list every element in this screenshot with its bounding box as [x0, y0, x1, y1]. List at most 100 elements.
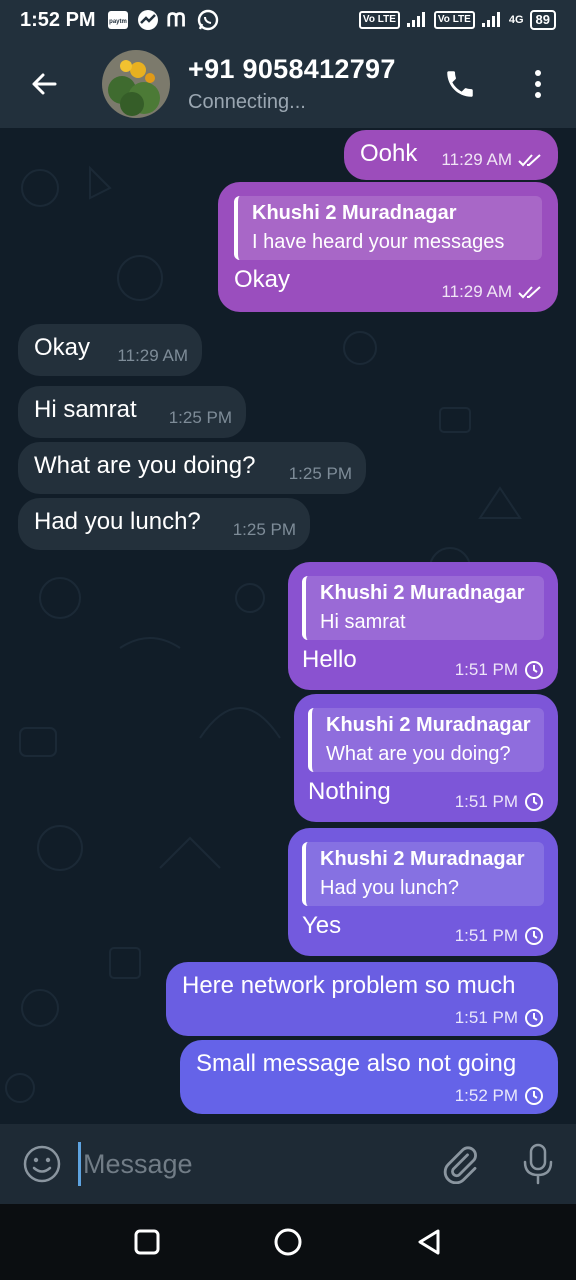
- microphone-icon: [523, 1143, 553, 1185]
- message-text: Yes: [302, 912, 342, 939]
- status-right: Vo LTE Vo LTE 4G 89: [358, 10, 556, 31]
- message-text: Hi samrat: [34, 396, 137, 423]
- volte-icon-2: Vo LTE: [433, 11, 475, 29]
- circle-icon: [274, 1228, 302, 1256]
- paytm-icon: paytm: [106, 8, 130, 32]
- message-meta: 11:29 AM: [117, 346, 188, 366]
- message-text: Nothing: [308, 778, 391, 805]
- paperclip-icon: [443, 1146, 477, 1185]
- status-time: 1:52 PM: [20, 8, 96, 31]
- message-text: Here network problem so much: [182, 972, 516, 999]
- message-bubble-incoming[interactable]: Had you lunch? 1:25 PM: [18, 498, 310, 550]
- message-bubble-incoming[interactable]: Okay 11:29 AM: [18, 324, 202, 376]
- message-bubble-outgoing[interactable]: Oohk 11:29 AM: [344, 130, 558, 180]
- volte-icon: Vo LTE: [358, 11, 400, 29]
- chat-area[interactable]: Oohk 11:29 AM Khushi 2 Muradnagar I have…: [0, 128, 576, 1124]
- reply-sender: Khushi 2 Muradnagar: [320, 582, 525, 604]
- message-bubble-outgoing[interactable]: Khushi 2 Muradnagar Hi samrat Hello 1:51…: [288, 562, 558, 690]
- reply-sender: Khushi 2 Muradnagar: [252, 202, 457, 224]
- message-meta: 1:25 PM: [169, 408, 232, 428]
- message-text: What are you doing?: [34, 452, 256, 479]
- message-text: Hello: [302, 646, 357, 673]
- clock-icon: [525, 661, 543, 679]
- message-meta: 1:51 PM: [455, 1008, 544, 1028]
- clock-icon: [525, 1009, 543, 1027]
- message-input-bar: [0, 1124, 576, 1204]
- more-vertical-icon: [535, 70, 541, 98]
- message-time: 11:29 AM: [441, 150, 512, 169]
- flower-photo-icon: [102, 50, 170, 118]
- message-time: 1:51 PM: [454, 1008, 518, 1027]
- back-nav-button[interactable]: [412, 1224, 448, 1260]
- message-meta: 11:29 AM: [441, 282, 544, 302]
- reply-quote[interactable]: Khushi 2 Muradnagar I have heard your me…: [234, 196, 542, 260]
- reply-sender: Khushi 2 Muradnagar: [320, 848, 525, 870]
- message-time: 1:25 PM: [168, 408, 232, 427]
- contact-info[interactable]: +91 9058412797 Connecting...: [188, 54, 396, 114]
- message-bubble-outgoing[interactable]: Khushi 2 Muradnagar Had you lunch? Yes 1…: [288, 828, 558, 956]
- contact-status: Connecting...: [188, 91, 306, 113]
- chart-icon: [136, 8, 160, 32]
- network-type: 4G: [508, 14, 524, 26]
- reply-text: I have heard your messages: [252, 231, 505, 253]
- chat-header: +91 9058412797 Connecting...: [0, 40, 576, 128]
- status-bar: 1:52 PM paytm Vo LTE Vo LTE 4G 89: [0, 0, 576, 40]
- home-button[interactable]: [270, 1224, 306, 1260]
- message-input[interactable]: [78, 1142, 418, 1186]
- triangle-back-icon: [418, 1229, 440, 1255]
- message-meta: 1:51 PM: [455, 792, 544, 812]
- message-bubble-incoming[interactable]: Hi samrat 1:25 PM: [18, 386, 246, 438]
- attach-button[interactable]: [440, 1144, 480, 1185]
- back-button[interactable]: [22, 62, 66, 106]
- contact-name: +91 9058412797: [188, 54, 396, 84]
- double-check-icon: [518, 286, 541, 299]
- reply-quote[interactable]: Khushi 2 Muradnagar What are you doing?: [308, 708, 544, 772]
- message-text: Small message also not going: [196, 1050, 517, 1077]
- signal-icon: [406, 10, 428, 31]
- system-nav-bar: [0, 1204, 576, 1280]
- more-options-button[interactable]: [516, 62, 560, 106]
- microphone-button[interactable]: [518, 1142, 558, 1186]
- whatsapp-icon: [196, 8, 220, 32]
- svg-text:paytm: paytm: [109, 19, 127, 25]
- signal-icon-2: [481, 10, 503, 31]
- message-text: Oohk: [360, 140, 418, 167]
- reply-quote[interactable]: Khushi 2 Muradnagar Hi samrat: [302, 576, 544, 640]
- message-time: 1:51 PM: [454, 660, 518, 679]
- message-bubble-outgoing[interactable]: Khushi 2 Muradnagar What are you doing? …: [294, 694, 558, 822]
- message-bubble-outgoing[interactable]: Here network problem so much 1:51 PM: [166, 962, 558, 1036]
- emoji-icon: [23, 1145, 61, 1183]
- avatar[interactable]: [102, 50, 170, 118]
- battery-icon: 89: [529, 10, 556, 30]
- call-button[interactable]: [438, 62, 482, 106]
- message-time: 1:25 PM: [288, 464, 352, 483]
- message-text: Okay: [34, 334, 91, 361]
- square-icon: [134, 1229, 160, 1255]
- message-text: Okay: [234, 266, 291, 293]
- emoji-button[interactable]: [22, 1144, 62, 1184]
- message-meta: 1:25 PM: [233, 520, 296, 540]
- arrow-left-icon: [32, 73, 57, 95]
- recents-button[interactable]: [129, 1224, 165, 1260]
- reply-quote[interactable]: Khushi 2 Muradnagar Had you lunch?: [302, 842, 544, 906]
- clock-icon: [525, 793, 543, 811]
- message-bubble-outgoing[interactable]: Small message also not going 1:52 PM: [180, 1040, 558, 1114]
- reply-sender: Khushi 2 Muradnagar: [326, 714, 531, 736]
- message-bubble-incoming[interactable]: What are you doing? 1:25 PM: [18, 442, 366, 494]
- message-time: 1:25 PM: [232, 520, 296, 539]
- reply-text: Had you lunch?: [320, 877, 459, 899]
- message-time: 11:29 AM: [117, 346, 188, 365]
- m-icon: [166, 8, 190, 32]
- phone-icon: [447, 71, 473, 97]
- message-meta: 1:52 PM: [455, 1086, 544, 1106]
- message-meta: 1:25 PM: [289, 464, 352, 484]
- message-time: 1:52 PM: [454, 1086, 518, 1105]
- message-meta: 1:51 PM: [455, 660, 544, 680]
- message-time: 1:51 PM: [454, 792, 518, 811]
- message-text: Had you lunch?: [34, 508, 201, 535]
- clock-icon: [525, 927, 543, 945]
- message-meta: 1:51 PM: [455, 926, 544, 946]
- message-time: 1:51 PM: [454, 926, 518, 945]
- clock-icon: [525, 1087, 543, 1105]
- message-bubble-outgoing[interactable]: Khushi 2 Muradnagar I have heard your me…: [218, 182, 558, 312]
